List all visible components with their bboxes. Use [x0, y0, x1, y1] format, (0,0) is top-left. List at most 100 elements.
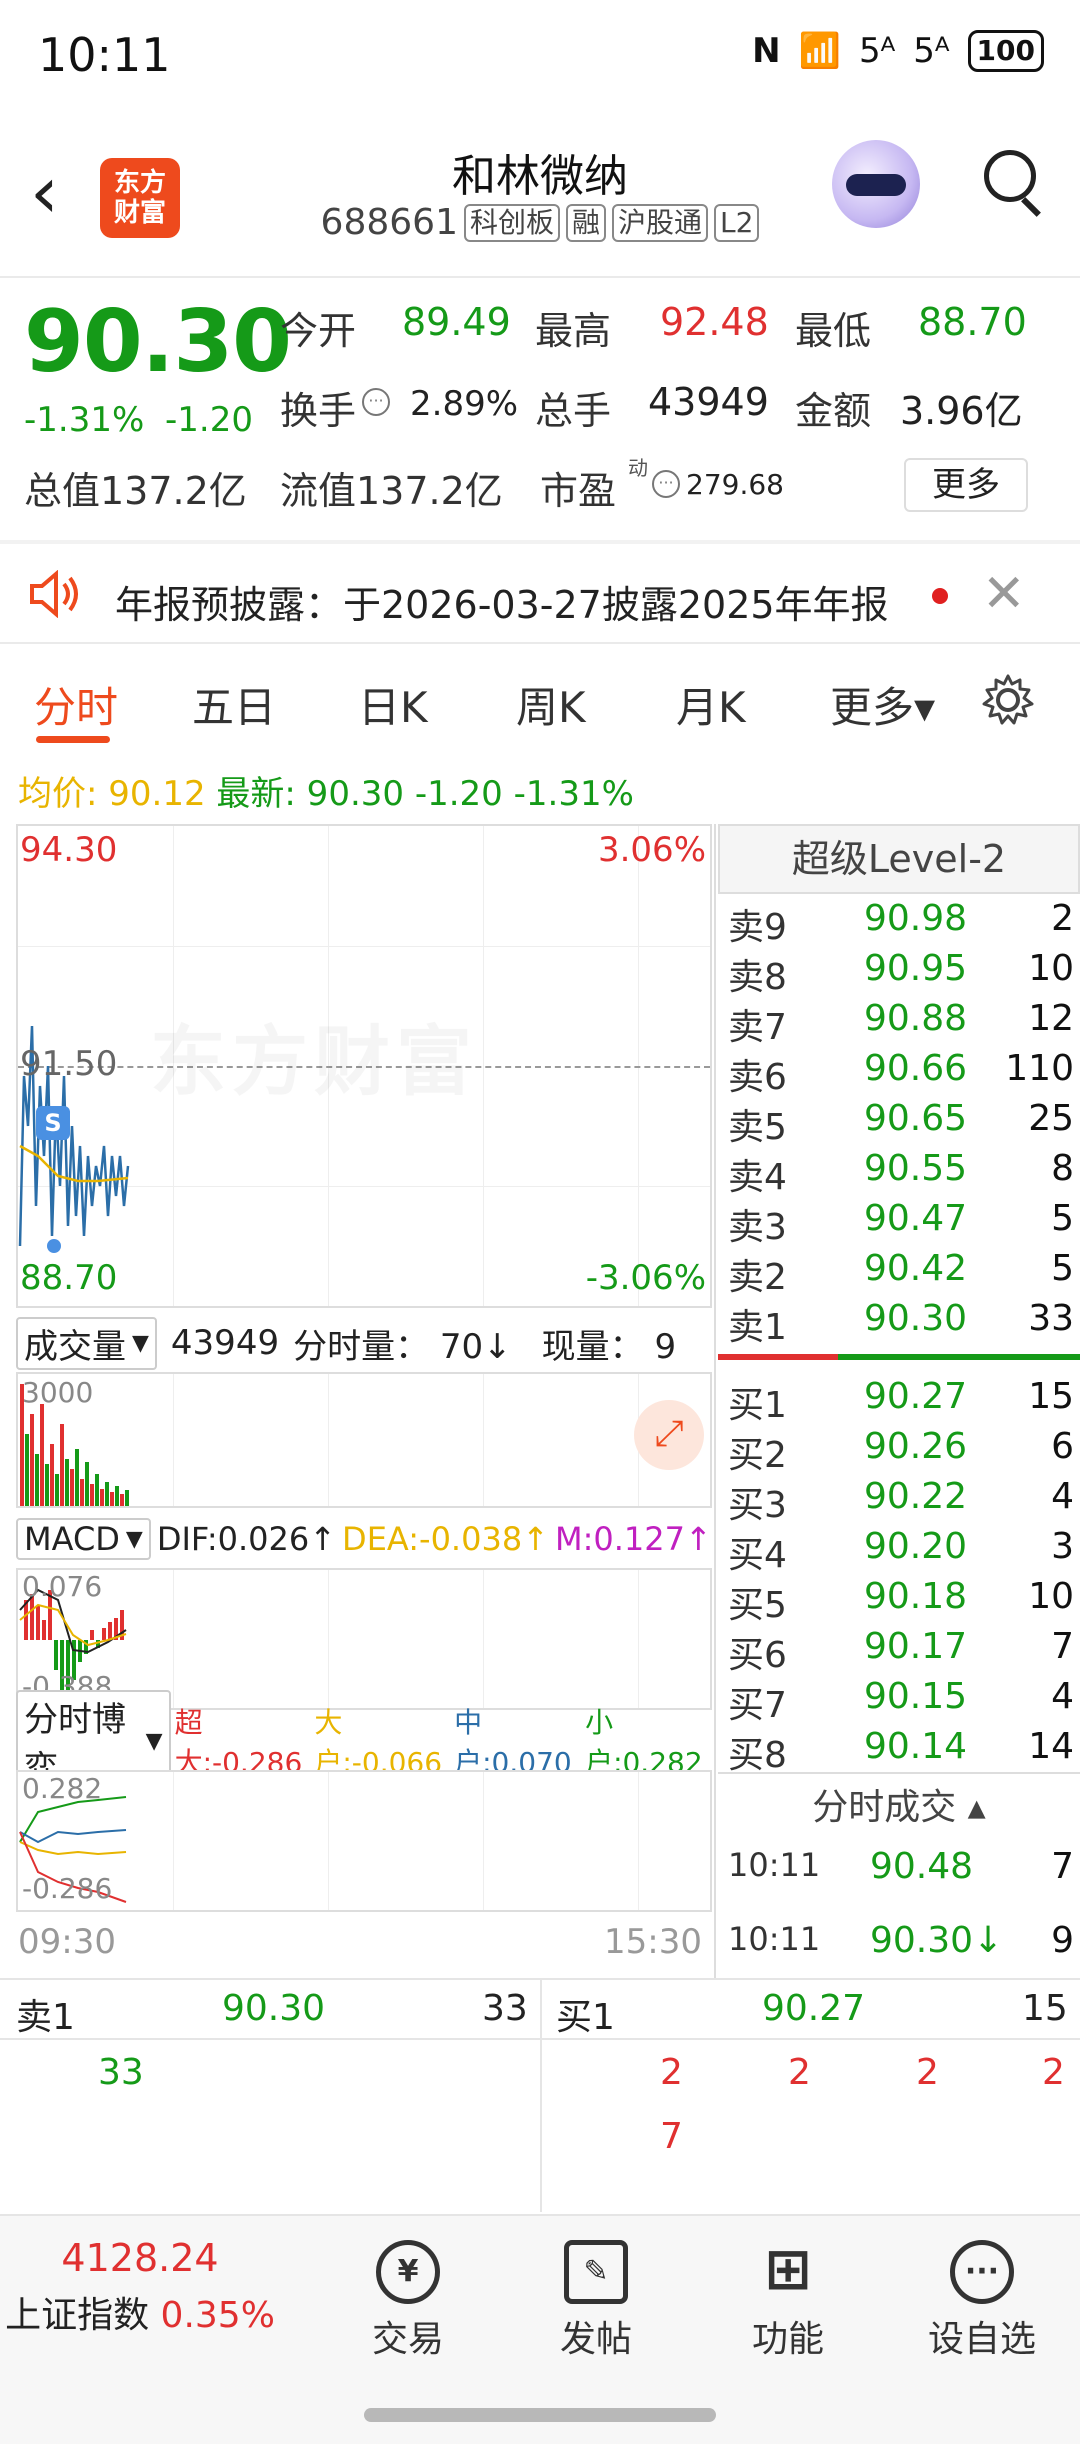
ask-row[interactable]: 卖3 90.47 5: [718, 1194, 1080, 1248]
game-chart[interactable]: 0.282 -0.286: [16, 1770, 712, 1912]
change-percent: -1.31%: [24, 400, 145, 440]
tab-monthly-k[interactable]: 月K: [676, 674, 746, 735]
info-icon[interactable]: ···: [652, 470, 680, 498]
float-cap: 流值137.2亿: [280, 469, 503, 513]
edit-icon: ✎: [564, 2240, 628, 2304]
status-icons: N 📶 5ᴬ 5ᴬ 100: [752, 30, 1044, 72]
ticks-title[interactable]: 分时成交 ▴: [718, 1778, 1080, 1830]
bid-row[interactable]: 买2 90.26 6: [718, 1422, 1080, 1476]
volume-axis-label: 3000: [22, 1376, 94, 1409]
game-bottom-label: -0.286: [22, 1872, 113, 1905]
close-icon[interactable]: ✕: [982, 564, 1026, 624]
best-ask-label: 卖1: [16, 1997, 75, 2038]
bid-row[interactable]: 买8 90.14 14: [718, 1722, 1080, 1776]
mid-price-label: 91.50: [20, 1044, 118, 1084]
bottom-pct-label: -3.06%: [585, 1258, 706, 1298]
s-badge[interactable]: S: [36, 1106, 70, 1140]
index-pct: 0.35%: [160, 2295, 275, 2336]
info-icon[interactable]: ···: [362, 388, 390, 416]
best-ask-vol: 33: [482, 1988, 528, 2029]
expand-icon[interactable]: ⤢: [634, 1400, 704, 1470]
more-quote-button[interactable]: 更多: [904, 458, 1028, 512]
pe-superscript: 动: [628, 456, 648, 480]
bid-ratio-bar: [838, 1354, 1080, 1360]
bid-queue-item: 2: [916, 2052, 939, 2093]
bid-row[interactable]: 买7 90.15 4: [718, 1672, 1080, 1726]
nav-post[interactable]: ✎ 发帖: [516, 2240, 676, 2362]
assistant-avatar[interactable]: [832, 140, 920, 228]
macd-chart[interactable]: 0.076 -0.388: [16, 1568, 712, 1710]
notice-bar[interactable]: 年报预披露：于2026-03-27披露2025年年报 ✕: [0, 544, 1080, 642]
nav-features[interactable]: ⊞ 功能: [708, 2240, 868, 2362]
tab-weekly-k[interactable]: 周K: [516, 674, 586, 735]
tab-daily-k[interactable]: 日K: [358, 674, 428, 735]
index-value: 4128.24: [61, 2236, 219, 2280]
home-indicator[interactable]: [364, 2408, 716, 2422]
last-point-dot: [47, 1239, 61, 1253]
bid-row[interactable]: 买6 90.17 7: [718, 1622, 1080, 1676]
nav-trade[interactable]: ¥ 交易: [328, 2240, 488, 2362]
open-label: 今开: [280, 309, 357, 353]
ask-ratio-bar: [718, 1354, 838, 1360]
low-value: 88.70: [918, 300, 1027, 344]
macd-top-label: 0.076: [22, 1570, 103, 1603]
tab-active-indicator: [36, 736, 110, 743]
ask-row[interactable]: 卖1 90.30 33: [718, 1294, 1080, 1348]
amount-label: 金额: [795, 389, 872, 433]
best-bid-price: 90.27: [762, 1988, 866, 2029]
volume-bars-svg: [20, 1384, 129, 1506]
order-book-title[interactable]: 超级Level-2: [718, 824, 1080, 894]
book-divider: [714, 824, 716, 1978]
gear-icon[interactable]: [980, 672, 1036, 728]
ask-row[interactable]: 卖4 90.55 8: [718, 1144, 1080, 1198]
ask-row[interactable]: 卖9 90.98 2: [718, 894, 1080, 948]
open-value: 89.49: [402, 300, 511, 344]
ask-row[interactable]: 卖8 90.95 10: [718, 944, 1080, 998]
macd-dea: DEA:-0.038↑: [342, 1520, 549, 1558]
speaker-icon: [30, 570, 78, 618]
search-icon[interactable]: [984, 150, 1048, 220]
signal-icon-2: 5ᴬ: [913, 31, 950, 71]
game-mid: 中户:0.070: [454, 1706, 572, 1779]
index-ticker[interactable]: 4128.24 上证指数 0.35%: [0, 2236, 280, 2338]
bid-queue-item: 7: [660, 2116, 683, 2157]
bid-row[interactable]: 买3 90.22 4: [718, 1472, 1080, 1526]
nav-add-watchlist[interactable]: ··· 设自选: [902, 2240, 1062, 2362]
nfc-icon: N: [752, 31, 781, 71]
divider: [0, 642, 1080, 644]
bid-list: 买1 90.27 15 买2 90.26 6 买3 90.22 4 买4 90.20 3 买5 9…: [718, 1372, 1080, 1776]
pe-value: 279.68: [686, 468, 784, 501]
bid-row[interactable]: 买1 90.27 15: [718, 1372, 1080, 1426]
turnover-label: 换手: [280, 389, 357, 433]
game-large: 大户:-0.066: [314, 1706, 443, 1779]
signal-icon-1: 5ᴬ: [858, 31, 896, 71]
bid-row[interactable]: 买5 90.18 10: [718, 1572, 1080, 1626]
ask-row[interactable]: 卖2 90.42 5: [718, 1244, 1080, 1298]
notice-text: 年报预披露：于2026-03-27披露2025年年报: [115, 583, 889, 627]
status-bar: 10:11 N 📶 5ᴬ 5ᴬ 100: [0, 0, 1080, 110]
ask-list: 卖9 90.98 2 卖8 90.95 10 卖7 90.88 12 卖6 90.66 110 …: [718, 894, 1080, 1348]
mid-line: [19, 1829, 127, 1844]
bid-row[interactable]: 买4 90.20 3: [718, 1522, 1080, 1576]
ask-row[interactable]: 卖5 90.65 25: [718, 1094, 1080, 1148]
macd-dif: DIF:0.026↑: [156, 1520, 337, 1558]
volume-chart[interactable]: 3000 ⤢: [16, 1372, 712, 1508]
large-line: [19, 1841, 127, 1856]
game-super: 超大:-0.286: [174, 1706, 303, 1779]
divider: [718, 1772, 1080, 1774]
ask-row[interactable]: 卖6 90.66 110: [718, 1044, 1080, 1098]
stock-header: ‹ 东方 财富 和林微纳 688661 科创板 融 沪股通 L2: [0, 110, 1080, 278]
volume-select[interactable]: 成交量 ▼: [16, 1316, 157, 1370]
bid-queue-item: 2: [788, 2052, 811, 2093]
tab-intraday[interactable]: 分时: [34, 674, 118, 735]
macd-select[interactable]: MACD ▼: [16, 1518, 151, 1560]
tab-more[interactable]: 更多▾: [830, 674, 935, 735]
high-label: 最高: [535, 309, 612, 353]
volume-now: 现量： 9: [541, 1326, 677, 1367]
volume-header: 成交量 ▼ 43949 分时量： 70↓ 现量： 9: [16, 1316, 712, 1370]
volume-period: 分时量： 70↓: [293, 1326, 512, 1367]
ask-row[interactable]: 卖7 90.88 12: [718, 994, 1080, 1048]
tick-row: 10:11 90.30↓ 9: [728, 1920, 1074, 1961]
tab-five-day[interactable]: 五日: [192, 674, 276, 735]
low-label: 最低: [795, 309, 872, 353]
